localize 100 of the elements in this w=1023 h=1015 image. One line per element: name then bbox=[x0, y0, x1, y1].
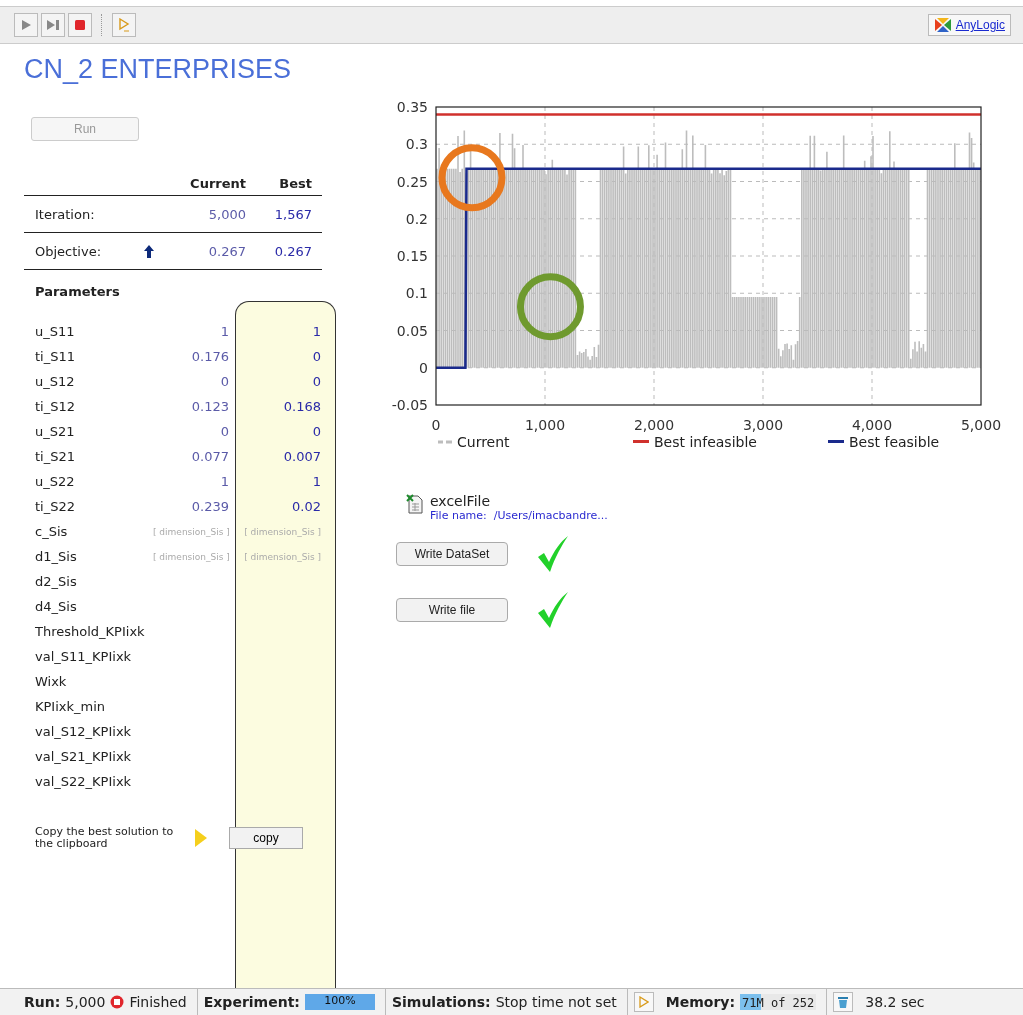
x-tick-label: 0 bbox=[431, 417, 441, 433]
best-value: 1,567 bbox=[273, 206, 312, 222]
best-value: 1 bbox=[311, 324, 321, 339]
y-tick-label: 0.15 bbox=[396, 248, 428, 264]
logo-icon bbox=[933, 17, 952, 33]
parameter-name: val_S22_KPIixk bbox=[35, 772, 133, 791]
copy-hint: Copy the best solution to the clipboard bbox=[35, 826, 175, 850]
file-object-name: excelFile bbox=[430, 494, 492, 509]
best-value: 0.02 bbox=[291, 499, 321, 514]
legend-label: Best feasible bbox=[849, 434, 940, 450]
parameter-name: d4_Sis bbox=[35, 597, 78, 616]
parameter-name: KPIixk_min bbox=[35, 697, 107, 716]
parameter-name: ti_S11 bbox=[35, 347, 76, 366]
current-value: 0 bbox=[219, 424, 229, 439]
action-button[interactable]: Write DataSet bbox=[396, 542, 508, 566]
parameter-name: val_S21_KPIixk bbox=[35, 747, 133, 766]
x-tick-label: 1,000 bbox=[524, 417, 566, 433]
parameter-name: val_S12_KPIixk bbox=[35, 722, 133, 741]
step-icon bbox=[46, 19, 60, 31]
parameter-name: u_S22 bbox=[35, 472, 76, 491]
legend-label: Best infeasible bbox=[654, 434, 757, 450]
current-value: 1 bbox=[219, 474, 229, 489]
page-title: CN_2 ENTERPRISES bbox=[24, 54, 293, 85]
status-value: Finished bbox=[129, 994, 187, 1010]
console-button[interactable] bbox=[633, 992, 654, 1012]
step-button[interactable] bbox=[41, 13, 65, 37]
current-value: 0.267 bbox=[207, 243, 246, 259]
status-label: Experiment: bbox=[203, 994, 300, 1010]
status-label: Simulations: bbox=[391, 994, 491, 1010]
file-name-text: File name: /Users/imacbandre... bbox=[430, 509, 608, 522]
current-value: [ dimension_Sis ] bbox=[153, 526, 229, 537]
y-tick-label: 0.35 bbox=[396, 99, 428, 115]
parameter-name: ti_S21 bbox=[35, 447, 76, 466]
parameter-name: d2_Sis bbox=[35, 572, 78, 591]
best-value: 0.267 bbox=[273, 243, 312, 259]
x-tick-label: 2,000 bbox=[633, 417, 675, 433]
parameter-name: Threshold_KPIixk bbox=[35, 622, 146, 641]
row-label: Objective: bbox=[34, 243, 103, 259]
copy-button[interactable]: copy bbox=[229, 827, 303, 849]
stop-button[interactable] bbox=[68, 13, 92, 37]
legend-label: Current bbox=[457, 434, 510, 450]
current-value: 0 bbox=[219, 374, 229, 389]
play-icon bbox=[20, 19, 32, 31]
best-value: 0 bbox=[311, 349, 321, 364]
parameter-name: u_S21 bbox=[35, 422, 76, 441]
parameters-heading: Parameters bbox=[35, 284, 121, 299]
current-value: 0.239 bbox=[190, 499, 229, 514]
column-header: Current bbox=[189, 175, 246, 191]
play-button[interactable] bbox=[14, 13, 38, 37]
current-value: 0.123 bbox=[190, 399, 229, 414]
status-value: 5,000 bbox=[65, 994, 106, 1010]
status-label: Run: bbox=[24, 994, 61, 1010]
x-tick-label: 3,000 bbox=[742, 417, 784, 433]
parameter-name: d1_Sis bbox=[35, 547, 78, 566]
current-value: 5,000 bbox=[207, 206, 246, 222]
progress-bar: 100% bbox=[304, 994, 375, 1010]
row-label: Iteration: bbox=[34, 206, 96, 222]
parameter-name: u_S12 bbox=[35, 372, 76, 391]
best-value: 0 bbox=[311, 374, 321, 389]
parameter-name: Wixk bbox=[35, 672, 68, 691]
parameter-name: u_S11 bbox=[35, 322, 76, 341]
current-value: 0.077 bbox=[190, 449, 229, 464]
parameter-name: val_S11_KPIixk bbox=[35, 647, 133, 666]
best-value: [ dimension_Sis ] bbox=[243, 551, 321, 562]
console-icon bbox=[118, 18, 130, 32]
console-icon bbox=[638, 996, 649, 1008]
current-value: [ dimension_Sis ] bbox=[153, 551, 229, 562]
stop-icon bbox=[74, 19, 86, 31]
trash-button[interactable] bbox=[833, 992, 854, 1012]
stop-icon bbox=[110, 995, 125, 1009]
action-button[interactable]: Write file bbox=[396, 598, 508, 622]
y-tick-label: 0.1 bbox=[405, 285, 428, 302]
pointer-icon bbox=[195, 829, 207, 847]
column-header: Best bbox=[278, 175, 312, 191]
best-value: 0.007 bbox=[282, 449, 321, 464]
y-tick-label: 0.2 bbox=[405, 210, 428, 227]
y-tick-label: -0.05 bbox=[391, 397, 428, 413]
status-label: Memory: bbox=[665, 994, 736, 1010]
best-value: [ dimension_Sis ] bbox=[243, 526, 321, 537]
y-tick-label: 0 bbox=[419, 359, 428, 376]
parameter-name: c_Sis bbox=[35, 522, 69, 541]
x-tick-label: 4,000 bbox=[851, 417, 893, 433]
elapsed-time: 38.2 sec bbox=[864, 993, 926, 1012]
trash-icon bbox=[837, 995, 850, 1009]
memory-meter: 71M of 252 bbox=[740, 994, 817, 1010]
console-button[interactable] bbox=[112, 13, 136, 37]
legend-swatch-icon bbox=[633, 440, 649, 444]
best-value: 0.168 bbox=[282, 399, 321, 414]
current-value: 0.176 bbox=[190, 349, 229, 364]
status-value: Stop time not set bbox=[495, 994, 617, 1010]
current-value: 1 bbox=[219, 324, 229, 339]
spreadsheet-file-icon bbox=[406, 494, 424, 514]
best-value: 0 bbox=[311, 424, 321, 439]
anylogic-logo[interactable]: AnyLogic bbox=[927, 14, 1011, 36]
legend-swatch-icon bbox=[828, 440, 844, 444]
y-tick-label: 0.3 bbox=[405, 136, 428, 153]
parameter-name: ti_S12 bbox=[35, 397, 76, 416]
x-tick-label: 5,000 bbox=[960, 417, 1002, 433]
y-tick-label: 0.25 bbox=[396, 173, 428, 190]
best-value: 1 bbox=[311, 474, 321, 489]
